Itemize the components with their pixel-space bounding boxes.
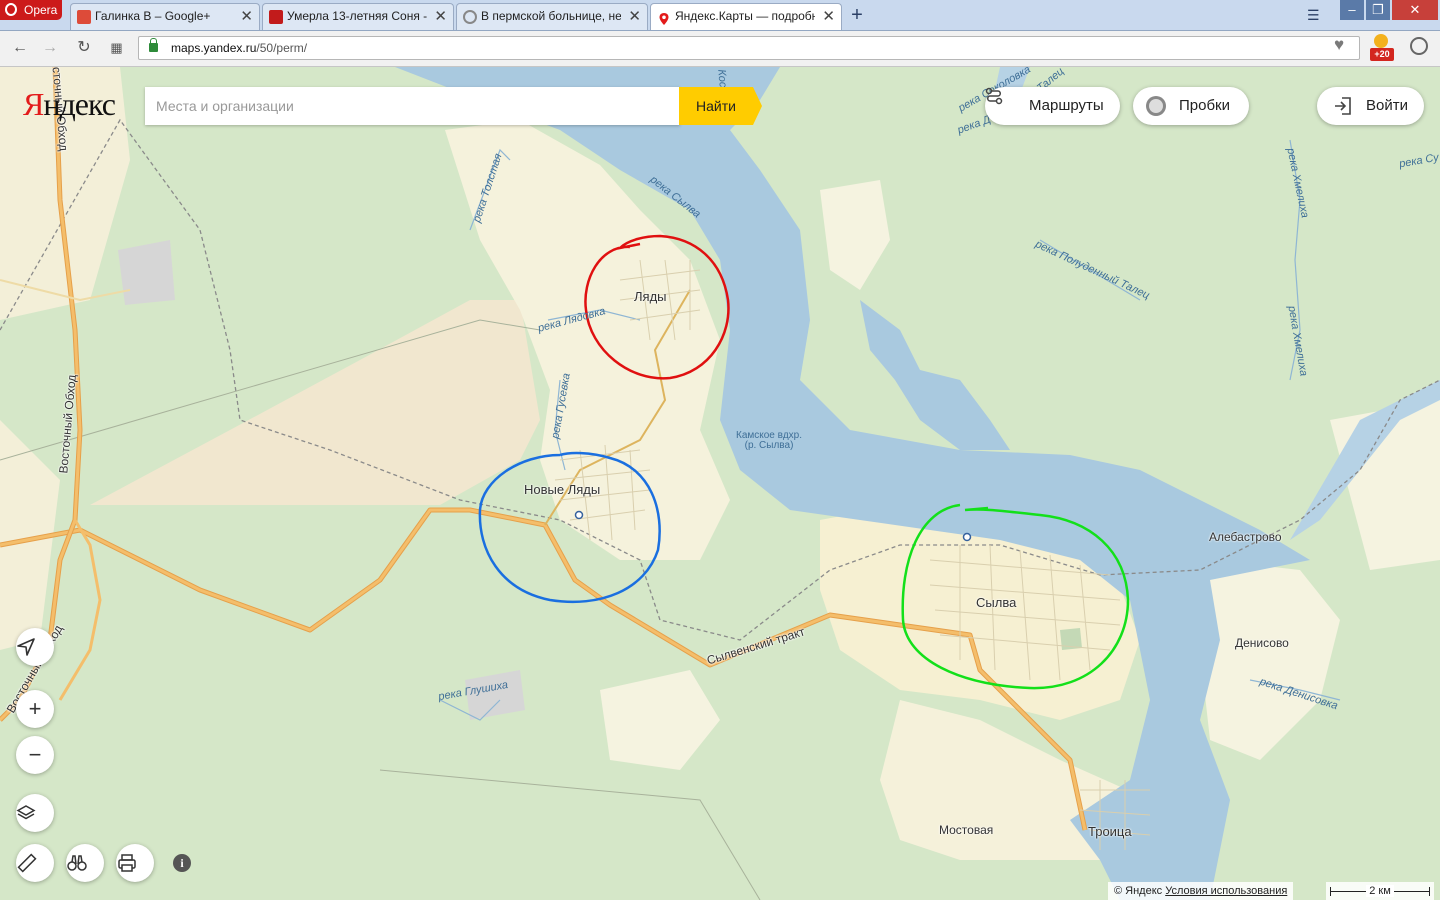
forward-icon[interactable]: → [38, 37, 62, 59]
place-label[interactable]: Денисово [1235, 636, 1289, 650]
login-button[interactable]: Войти [1317, 87, 1424, 125]
place-label[interactable]: Мостовая [939, 823, 993, 837]
browser-tab[interactable]: Галинка В – Google+ ✕ [70, 3, 260, 30]
login-label: Войти [1366, 97, 1408, 114]
yandex-logo[interactable]: Яндекс [23, 86, 116, 123]
place-label[interactable]: Новые Ляды [524, 482, 600, 497]
routes-icon [985, 87, 1003, 105]
opera-logo-icon [5, 3, 17, 16]
tab-menu-icon[interactable]: ☰ [1307, 7, 1320, 24]
browser-tab[interactable]: Умерла 13-летняя Соня - ЯП ✕ [262, 3, 454, 30]
binoculars-icon [67, 855, 87, 871]
tab-title: Умерла 13-летняя Соня - ЯП [287, 9, 427, 23]
place-label[interactable]: Ляды [634, 289, 667, 304]
window-minimize-button[interactable]: ‒ [1340, 0, 1364, 20]
map-pin-favicon-icon [657, 10, 671, 25]
layers-icon [16, 805, 36, 820]
window-maximize-button[interactable]: ❐ [1366, 0, 1390, 20]
secure-lock-icon [149, 38, 158, 52]
tab-title: Яндекс.Карты — подробна [675, 9, 815, 23]
place-label[interactable]: Троица [1088, 824, 1132, 839]
zoom-in-button[interactable]: + [16, 690, 54, 728]
sun-icon [1374, 34, 1388, 48]
info-icon[interactable]: i [173, 854, 191, 872]
tab-close-icon[interactable]: ✕ [240, 4, 253, 29]
tab-close-icon[interactable]: ✕ [434, 4, 447, 29]
tab-title: Галинка В – Google+ [95, 9, 211, 23]
copyright-bar: © Яндекс Условия использования [1108, 882, 1294, 900]
address-bar[interactable]: maps.yandex.ru/50/perm/ [138, 36, 1360, 60]
weather-icon[interactable]: +20 [1370, 34, 1394, 62]
ruler-button[interactable] [16, 844, 54, 882]
opera-menu-label: Opera [24, 3, 58, 17]
browser-tab[interactable]: В пермской больнице, не вы ✕ [456, 3, 648, 30]
location-arrow-icon [17, 638, 35, 656]
routes-button[interactable]: Маршруты [985, 87, 1120, 125]
print-button[interactable] [116, 844, 154, 882]
new-tab-button[interactable]: + [846, 4, 868, 26]
bookmark-heart-icon[interactable]: ♥ [1334, 35, 1344, 55]
yap-favicon-icon [269, 10, 283, 24]
search-input[interactable] [145, 87, 680, 125]
geolocation-button[interactable] [16, 628, 54, 666]
layers-button[interactable] [16, 794, 54, 832]
back-icon[interactable]: ← [8, 37, 32, 59]
routes-label: Маршруты [1029, 97, 1104, 114]
browser-toolbar: ← → ↻ ▦ maps.yandex.ru/50/perm/ ♥ +20 [0, 31, 1440, 67]
profile-icon[interactable] [1410, 37, 1428, 55]
place-label[interactable]: Сылва [976, 595, 1016, 610]
opera-menu-button[interactable]: Opera [0, 0, 62, 20]
printer-icon [118, 854, 136, 872]
tab-title: В пермской больнице, не вы [481, 9, 621, 23]
reservoir-label: Камское вдхр. (р. Сылва) [736, 430, 803, 451]
map-graphics [0, 67, 1440, 900]
window-close-button[interactable]: ✕ [1392, 0, 1438, 20]
traffic-button[interactable]: Пробки [1133, 87, 1249, 125]
ruler-icon [17, 853, 37, 873]
find-button[interactable]: Найти [679, 87, 762, 125]
panorama-button[interactable] [66, 844, 104, 882]
loading-favicon-icon [463, 10, 477, 24]
terms-link[interactable]: Условия использования [1165, 885, 1287, 897]
speed-dial-icon[interactable]: ▦ [104, 37, 128, 59]
scale-label: 2 км [1366, 885, 1394, 897]
address-url[interactable]: maps.yandex.ru/50/perm/ [171, 41, 307, 55]
login-icon [1335, 97, 1351, 115]
reload-icon[interactable]: ↻ [72, 37, 96, 59]
zoom-out-button[interactable]: − [16, 736, 54, 774]
minus-icon: − [28, 742, 42, 767]
place-label[interactable]: Алебастрово [1209, 530, 1282, 544]
tab-close-icon[interactable]: ✕ [822, 4, 835, 29]
google-plus-favicon-icon [77, 10, 91, 24]
traffic-light-icon [1146, 96, 1166, 116]
map-canvas[interactable]: Ляды Новые Ляды Сылва Алебастрово Денисо… [0, 67, 1440, 900]
scale-bar: 2 км [1326, 882, 1434, 900]
traffic-label: Пробки [1179, 97, 1230, 114]
tab-close-icon[interactable]: ✕ [628, 4, 641, 29]
copyright-text: © Яндекс [1114, 885, 1163, 897]
weather-temperature-badge: +20 [1370, 48, 1394, 61]
yandex-logo-text: Яндекс [23, 86, 116, 122]
browser-tab-bar: Opera Галинка В – Google+ ✕ Умерла 13-ле… [0, 0, 1440, 31]
browser-tab-active[interactable]: Яндекс.Карты — подробна ✕ [650, 3, 842, 30]
plus-icon: + [28, 696, 42, 721]
